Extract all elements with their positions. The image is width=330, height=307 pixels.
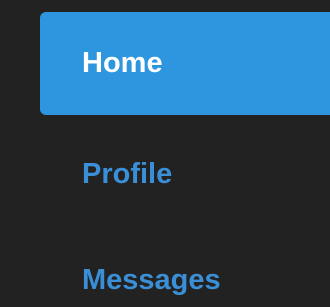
nav-item-messages[interactable]: Messages	[40, 240, 330, 307]
nav-item-home[interactable]: Home	[40, 12, 330, 115]
nav-item-messages-label: Messages	[82, 263, 221, 296]
nav-item-home-label: Home	[82, 47, 163, 79]
nav-item-profile[interactable]: Profile	[40, 134, 330, 214]
nav-item-profile-label: Profile	[82, 157, 173, 190]
sidebar-nav: Home Profile Messages	[0, 0, 330, 307]
